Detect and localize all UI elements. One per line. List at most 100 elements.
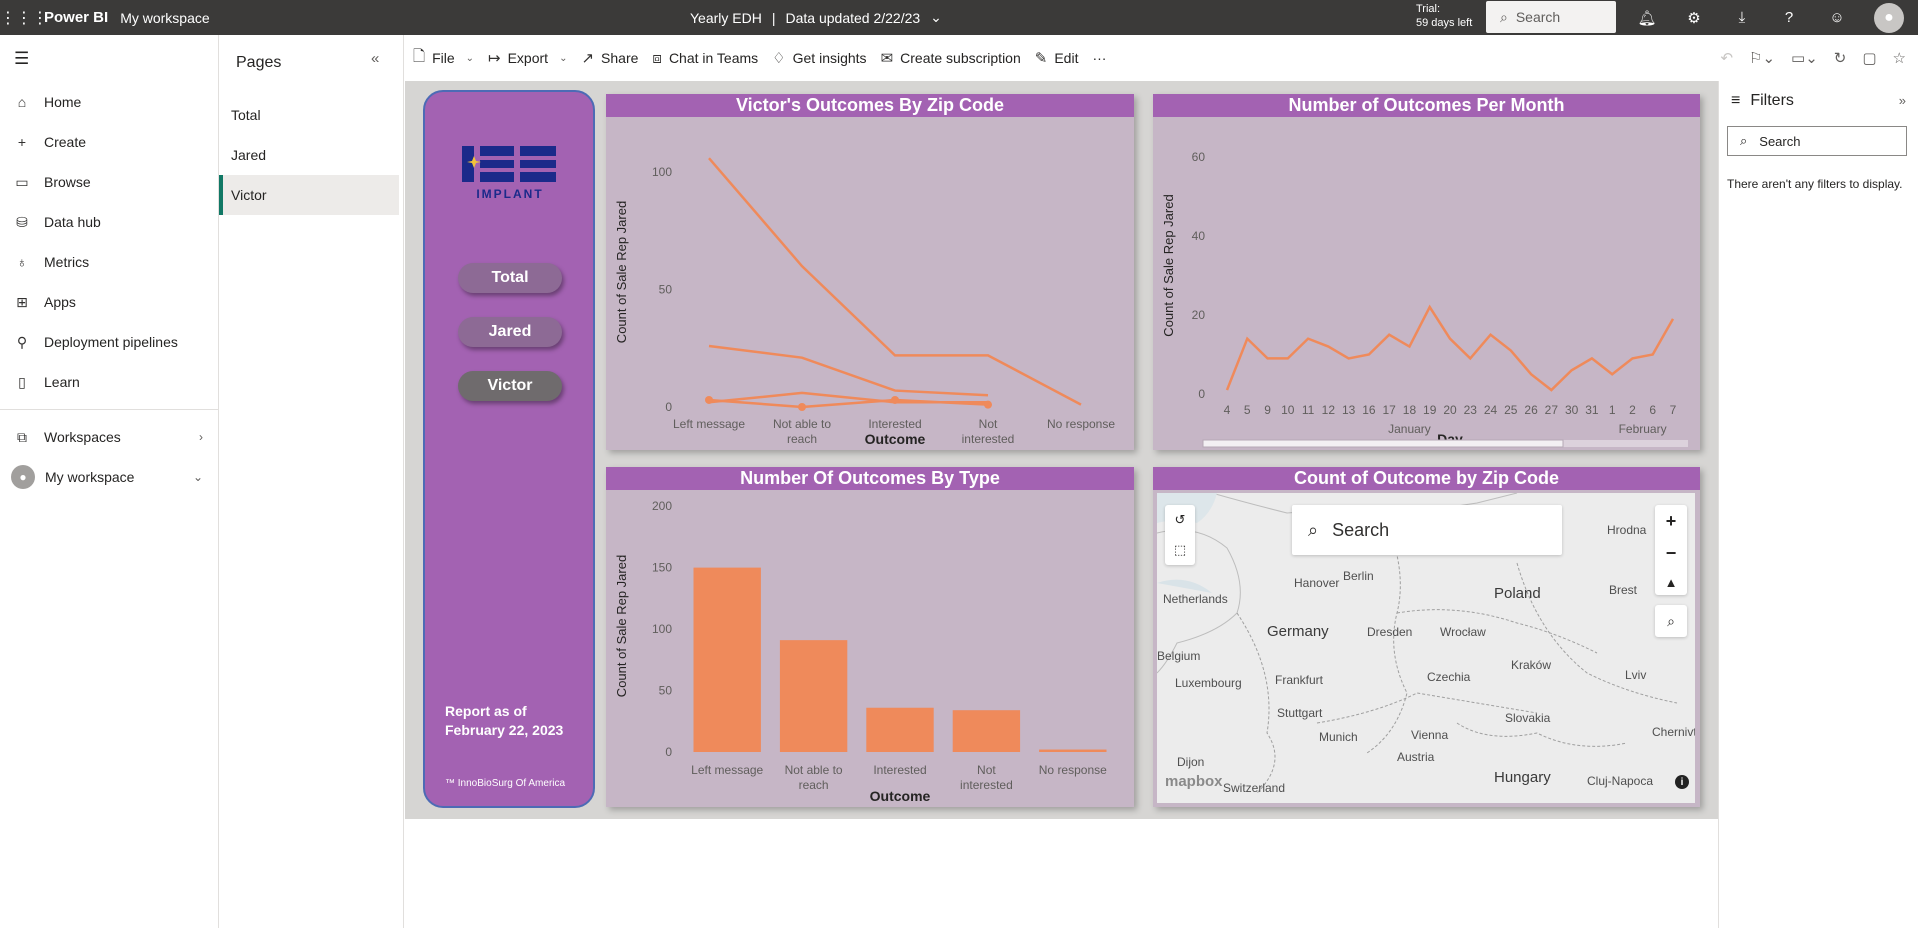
x-tick-label: 25 xyxy=(1504,403,1518,417)
nav-learn[interactable]: ▯ Learn xyxy=(0,362,219,402)
x-tick-label: 6 xyxy=(1649,403,1656,417)
mail-icon: ✉ xyxy=(880,50,894,67)
report-header[interactable]: Yearly EDH | Data updated 2/22/23 ⌄ xyxy=(690,0,942,35)
select-area-icon[interactable]: ⬚ xyxy=(1174,542,1186,558)
bell-icon[interactable]: 🔔︎ xyxy=(1627,0,1667,35)
gear-icon[interactable]: ⚙ xyxy=(1674,0,1714,35)
nav-deployment-pipelines[interactable]: ⚲ Deployment pipelines xyxy=(0,322,219,362)
chevron-down-icon: ⌄ xyxy=(465,52,475,64)
outcomes-per-month-line-chart[interactable]: Number of Outcomes Per Month 0 20 40 60 Coun… xyxy=(1153,94,1700,450)
create-subscription-button[interactable]: ✉ Create subscription xyxy=(881,49,1021,67)
victors-outcomes-line-chart[interactable]: Victor's Outcomes By Zip Code 0 50 100 Coun… xyxy=(606,94,1134,450)
report-date: Report as of February 22, 2023 xyxy=(445,702,563,740)
edit-button[interactable]: ✎ Edit xyxy=(1035,49,1079,67)
view-icon[interactable]: ▭⌄ xyxy=(1791,49,1818,67)
undo-icon[interactable]: ↶ xyxy=(1720,49,1733,67)
nav-metrics[interactable]: ♁ Metrics xyxy=(0,242,219,282)
chevron-down-icon[interactable]: ⌄ xyxy=(930,9,942,26)
map-zoom-controls[interactable]: + − ▲ xyxy=(1655,505,1687,595)
nav-create[interactable]: + Create xyxy=(0,122,219,162)
x-tick-label: 16 xyxy=(1362,403,1376,417)
map-label: Poland xyxy=(1494,585,1541,602)
pages-pane: Pages « Total Jared Victor xyxy=(219,35,404,928)
expand-icon[interactable]: » xyxy=(1899,93,1906,108)
filters-search[interactable]: ⌕ Search xyxy=(1727,126,1907,156)
report-date-label: Report as of xyxy=(445,703,527,719)
workspace-breadcrumb[interactable]: My workspace xyxy=(120,10,209,26)
map-select-controls[interactable]: ↺ ⬚ xyxy=(1165,505,1195,565)
export-menu[interactable]: ↦ Export ⌄ xyxy=(488,49,567,67)
nav-button-victor[interactable]: Victor xyxy=(458,371,562,401)
share-label: Share xyxy=(601,50,639,66)
help-icon[interactable]: ? xyxy=(1769,0,1809,35)
download-icon[interactable]: ⤓ xyxy=(1722,0,1762,35)
map-label: Czechia xyxy=(1427,670,1471,684)
nav-workspaces[interactable]: ⧉ Workspaces › xyxy=(0,417,219,457)
nav-label: Data hub xyxy=(44,214,101,230)
filters-pane: ≡ Filters » ⌕ Search There aren't any fi… xyxy=(1718,81,1918,928)
more-options-button[interactable]: ··· xyxy=(1092,50,1106,66)
x-tick-label: 4 xyxy=(1224,403,1231,417)
nav-apps[interactable]: ⊞ Apps xyxy=(0,282,219,322)
nav-browse[interactable]: ▭ Browse xyxy=(0,162,219,202)
comment-icon[interactable]: ▢ xyxy=(1862,49,1876,67)
page-victor[interactable]: Victor xyxy=(219,175,399,215)
chart-title: Count of Outcome by Zip Code xyxy=(1153,467,1700,490)
x-tick-label: 1 xyxy=(1609,403,1616,417)
x-tick-label: 13 xyxy=(1342,403,1356,417)
y-axis-label: Count of Sale Rep Jared xyxy=(1161,194,1176,336)
mapbox-logo: mapbox xyxy=(1165,773,1223,790)
app-name[interactable]: Power BI xyxy=(44,9,108,26)
y-tick-label: 50 xyxy=(659,283,673,297)
page-jared[interactable]: Jared xyxy=(219,135,399,175)
chart-plot: 0 50 100 Count of Sale Rep Jared Outcome Left… xyxy=(614,157,1115,447)
x-tick-label: Interested xyxy=(868,417,921,431)
bookmark-icon[interactable]: ⚐⌄ xyxy=(1749,49,1775,67)
favorite-icon[interactable]: ☆ xyxy=(1893,49,1906,67)
nav-label: Workspaces xyxy=(44,429,121,445)
nav-data-hub[interactable]: ⛁ Data hub xyxy=(0,202,219,242)
user-avatar-icon[interactable]: ● xyxy=(1874,3,1904,33)
search-icon: ⌕ xyxy=(1500,8,1508,25)
info-icon[interactable]: i xyxy=(1675,775,1689,789)
workspaces-icon: ⧉ xyxy=(17,428,27,445)
share-button[interactable]: ↗ Share xyxy=(581,49,638,67)
zoom-out-icon[interactable]: − xyxy=(1666,543,1677,564)
zoom-in-icon[interactable]: + xyxy=(1666,511,1677,532)
page-total[interactable]: Total xyxy=(219,95,399,135)
map-search-box[interactable]: ⌕ Search xyxy=(1292,505,1562,555)
chevron-down-icon: ⌄ xyxy=(559,52,568,64)
nav-label: Learn xyxy=(44,374,80,390)
map-area[interactable]: ↺ ⬚ ⌕ Search + − ▲ ⌕ Netherlands Hanover… xyxy=(1157,493,1695,803)
compass-icon[interactable]: ▲ xyxy=(1665,575,1678,590)
chat-in-teams-button[interactable]: ⧈ Chat in Teams xyxy=(652,50,758,67)
rotate-icon[interactable]: ↺ xyxy=(1175,512,1186,528)
month-label: January xyxy=(1388,422,1431,436)
home-icon: ⌂ xyxy=(17,94,27,110)
nav-home[interactable]: ⌂ Home xyxy=(0,82,219,122)
trial-status: Trial: 59 days left xyxy=(1416,2,1472,30)
outcomes-by-type-bar-chart[interactable]: Number Of Outcomes By Type 0 50 100 150 200 C… xyxy=(606,467,1134,807)
file-menu[interactable]: 🗋︎ File ⌄ xyxy=(413,46,474,71)
y-tick-label: 100 xyxy=(652,165,672,179)
y-tick-label: 60 xyxy=(1192,150,1206,164)
collapse-icon[interactable]: « xyxy=(371,50,379,67)
map-label: Netherlands xyxy=(1163,592,1228,606)
map-label: Frankfurt xyxy=(1275,673,1324,687)
x-tick-label: Interested xyxy=(873,763,926,777)
smiley-icon[interactable]: ☺ xyxy=(1817,0,1857,35)
nav-button-jared[interactable]: Jared xyxy=(458,317,562,347)
x-tick-label: 30 xyxy=(1565,403,1579,417)
global-search[interactable]: ⌕ Search xyxy=(1486,1,1616,33)
y-axis-label: Count of Sale Rep Jared xyxy=(614,201,629,343)
x-tick-label: 11 xyxy=(1302,403,1315,417)
app-launcher-icon[interactable]: ⋮⋮⋮ xyxy=(0,8,48,28)
lasso-select-icon[interactable]: ⌕ xyxy=(1655,605,1687,637)
nav-my-workspace[interactable]: ● My workspace ⌄ xyxy=(0,457,219,497)
map-label: Lviv xyxy=(1625,668,1647,682)
nav-button-total[interactable]: Total xyxy=(458,263,562,293)
hamburger-icon[interactable]: ☰ xyxy=(14,49,29,69)
data-updated-text: Data updated 2/22/23 xyxy=(785,9,921,26)
refresh-icon[interactable]: ↻ xyxy=(1834,49,1847,67)
get-insights-button[interactable]: ♢ Get insights xyxy=(772,49,866,67)
